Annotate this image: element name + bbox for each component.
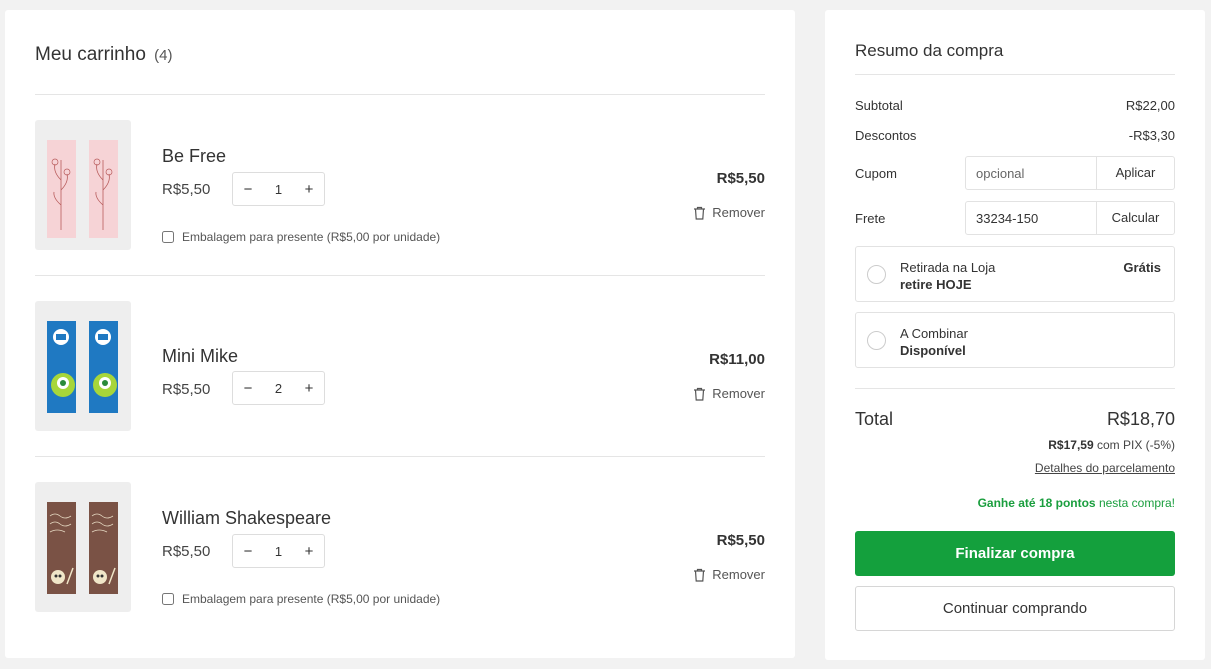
gift-wrap-option[interactable]: Embalagem para presente (R$5,00 por unid… bbox=[162, 230, 440, 244]
product-thumbnail[interactable] bbox=[35, 482, 131, 612]
remove-item-button[interactable]: Remover bbox=[693, 567, 765, 582]
trash-icon bbox=[694, 387, 706, 401]
shipping-option-detail: retire HOJE bbox=[900, 277, 972, 292]
decrease-quantity-button[interactable]: − bbox=[233, 543, 263, 560]
total-value: R$18,70 bbox=[1106, 409, 1175, 429]
cart-item-count: (4) bbox=[154, 47, 173, 64]
quantity-value[interactable]: 1 bbox=[263, 544, 294, 559]
decrease-quantity-button[interactable]: − bbox=[233, 181, 263, 198]
installments-details-link[interactable]: Detalhes do parcelamento bbox=[1035, 461, 1175, 475]
product-thumbnail[interactable] bbox=[35, 120, 131, 250]
coupon-input[interactable] bbox=[966, 157, 1097, 189]
increase-quantity-button[interactable]: + bbox=[294, 181, 324, 198]
subtotal-label: Subtotal bbox=[855, 98, 903, 113]
summary-divider bbox=[855, 74, 1175, 75]
summary-title: Resumo da compra bbox=[855, 41, 1004, 60]
discount-value: -R$3,30 bbox=[1128, 128, 1175, 143]
points-prefix: Ganhe até bbox=[977, 496, 1036, 510]
trash-icon bbox=[694, 568, 706, 582]
unit-price: R$5,50 bbox=[162, 543, 211, 560]
apply-coupon-button[interactable]: Aplicar bbox=[1096, 157, 1174, 189]
product-thumbnail[interactable] bbox=[35, 301, 131, 431]
order-summary-panel: Resumo da compra Subtotal R$22,00 Descon… bbox=[825, 10, 1205, 660]
cart-divider bbox=[35, 94, 765, 95]
cart-panel: Meu carrinho (4) Be Free R$5,50 − 1 + Em… bbox=[5, 10, 795, 658]
item-total: R$5,50 bbox=[716, 532, 765, 549]
calculate-shipping-button[interactable]: Calcular bbox=[1096, 202, 1174, 234]
discount-row: Descontos -R$3,30 bbox=[855, 128, 1175, 143]
increase-quantity-button[interactable]: + bbox=[294, 380, 324, 397]
remove-label: Remover bbox=[712, 567, 765, 582]
remove-label: Remover bbox=[712, 386, 765, 401]
gift-wrap-checkbox[interactable] bbox=[162, 231, 174, 243]
increase-quantity-button[interactable]: + bbox=[294, 543, 324, 560]
shipping-option-radio[interactable] bbox=[867, 331, 886, 350]
decrease-quantity-button[interactable]: − bbox=[233, 380, 263, 397]
product-name[interactable]: William Shakespeare bbox=[162, 508, 331, 529]
trash-icon bbox=[694, 206, 706, 220]
subtotal-value: R$22,00 bbox=[1125, 98, 1175, 113]
gift-wrap-label: Embalagem para presente (R$5,00 por unid… bbox=[182, 592, 441, 606]
quantity-stepper: − 1 + bbox=[232, 172, 325, 206]
pix-value: R$17,59 bbox=[1048, 438, 1094, 452]
cart-title-text: Meu carrinho bbox=[35, 44, 146, 65]
shipping-option-name: A Combinar bbox=[900, 326, 968, 341]
unit-price: R$5,50 bbox=[162, 181, 211, 198]
postal-code-input[interactable] bbox=[966, 202, 1097, 234]
gift-wrap-checkbox[interactable] bbox=[162, 593, 174, 605]
shipping-option-store-pickup[interactable]: Retirada na Loja retire HOJE Grátis bbox=[855, 246, 1175, 302]
loyalty-points: Ganhe até 18 pontos nesta compra! bbox=[978, 496, 1175, 510]
mini-mike-bookmark-image bbox=[47, 321, 118, 413]
coupon-field: Aplicar bbox=[965, 156, 1175, 190]
cart-item-william-shakespeare: William Shakespeare R$5,50 − 1 + Embalag… bbox=[35, 482, 765, 622]
item-total: R$5,50 bbox=[716, 170, 765, 187]
subtotal-row: Subtotal R$22,00 bbox=[855, 98, 1175, 113]
product-name[interactable]: Be Free bbox=[162, 146, 226, 167]
item-divider bbox=[35, 275, 765, 276]
william-shakespeare-bookmark-image bbox=[47, 502, 118, 594]
discount-label: Descontos bbox=[855, 128, 917, 143]
total-label: Total bbox=[855, 409, 894, 429]
continue-shopping-button[interactable]: Continuar comprando bbox=[855, 586, 1175, 631]
shipping-option-to-arrange[interactable]: A Combinar Disponível bbox=[855, 312, 1175, 368]
cart-item-be-free: Be Free R$5,50 − 1 + Embalagem para pres… bbox=[35, 120, 765, 260]
pix-text: com PIX (-5%) bbox=[1096, 438, 1175, 452]
remove-label: Remover bbox=[712, 205, 765, 220]
unit-price: R$5,50 bbox=[162, 381, 211, 398]
item-divider bbox=[35, 456, 765, 457]
points-suffix: nesta compra! bbox=[1098, 496, 1175, 510]
shipping-option-name: Retirada na Loja bbox=[900, 260, 996, 275]
shipping-field: Calcular bbox=[965, 201, 1175, 235]
quantity-stepper: − 2 + bbox=[232, 371, 325, 405]
pix-price: R$17,59 com PIX (-5%) bbox=[1048, 438, 1175, 452]
checkout-button[interactable]: Finalizar compra bbox=[855, 531, 1175, 576]
remove-item-button[interactable]: Remover bbox=[693, 386, 765, 401]
quantity-value[interactable]: 2 bbox=[263, 381, 294, 396]
shipping-option-radio[interactable] bbox=[867, 265, 886, 284]
cart-title: Meu carrinho (4) bbox=[35, 44, 173, 66]
gift-wrap-option[interactable]: Embalagem para presente (R$5,00 por unid… bbox=[162, 592, 440, 606]
be-free-bookmark-image bbox=[47, 140, 118, 238]
shipping-option-price: Grátis bbox=[1123, 260, 1161, 275]
remove-item-button[interactable]: Remover bbox=[693, 205, 765, 220]
quantity-stepper: − 1 + bbox=[232, 534, 325, 568]
points-value: 18 pontos bbox=[1038, 496, 1096, 510]
cart-item-mini-mike: Mini Mike R$5,50 − 2 + R$11,00 Remover bbox=[35, 301, 765, 441]
shipping-option-detail: Disponível bbox=[900, 343, 966, 358]
gift-wrap-label: Embalagem para presente (R$5,00 por unid… bbox=[182, 230, 441, 244]
summary-divider bbox=[855, 388, 1175, 389]
item-total: R$11,00 bbox=[709, 351, 765, 368]
product-name[interactable]: Mini Mike bbox=[162, 346, 238, 367]
quantity-value[interactable]: 1 bbox=[263, 182, 294, 197]
